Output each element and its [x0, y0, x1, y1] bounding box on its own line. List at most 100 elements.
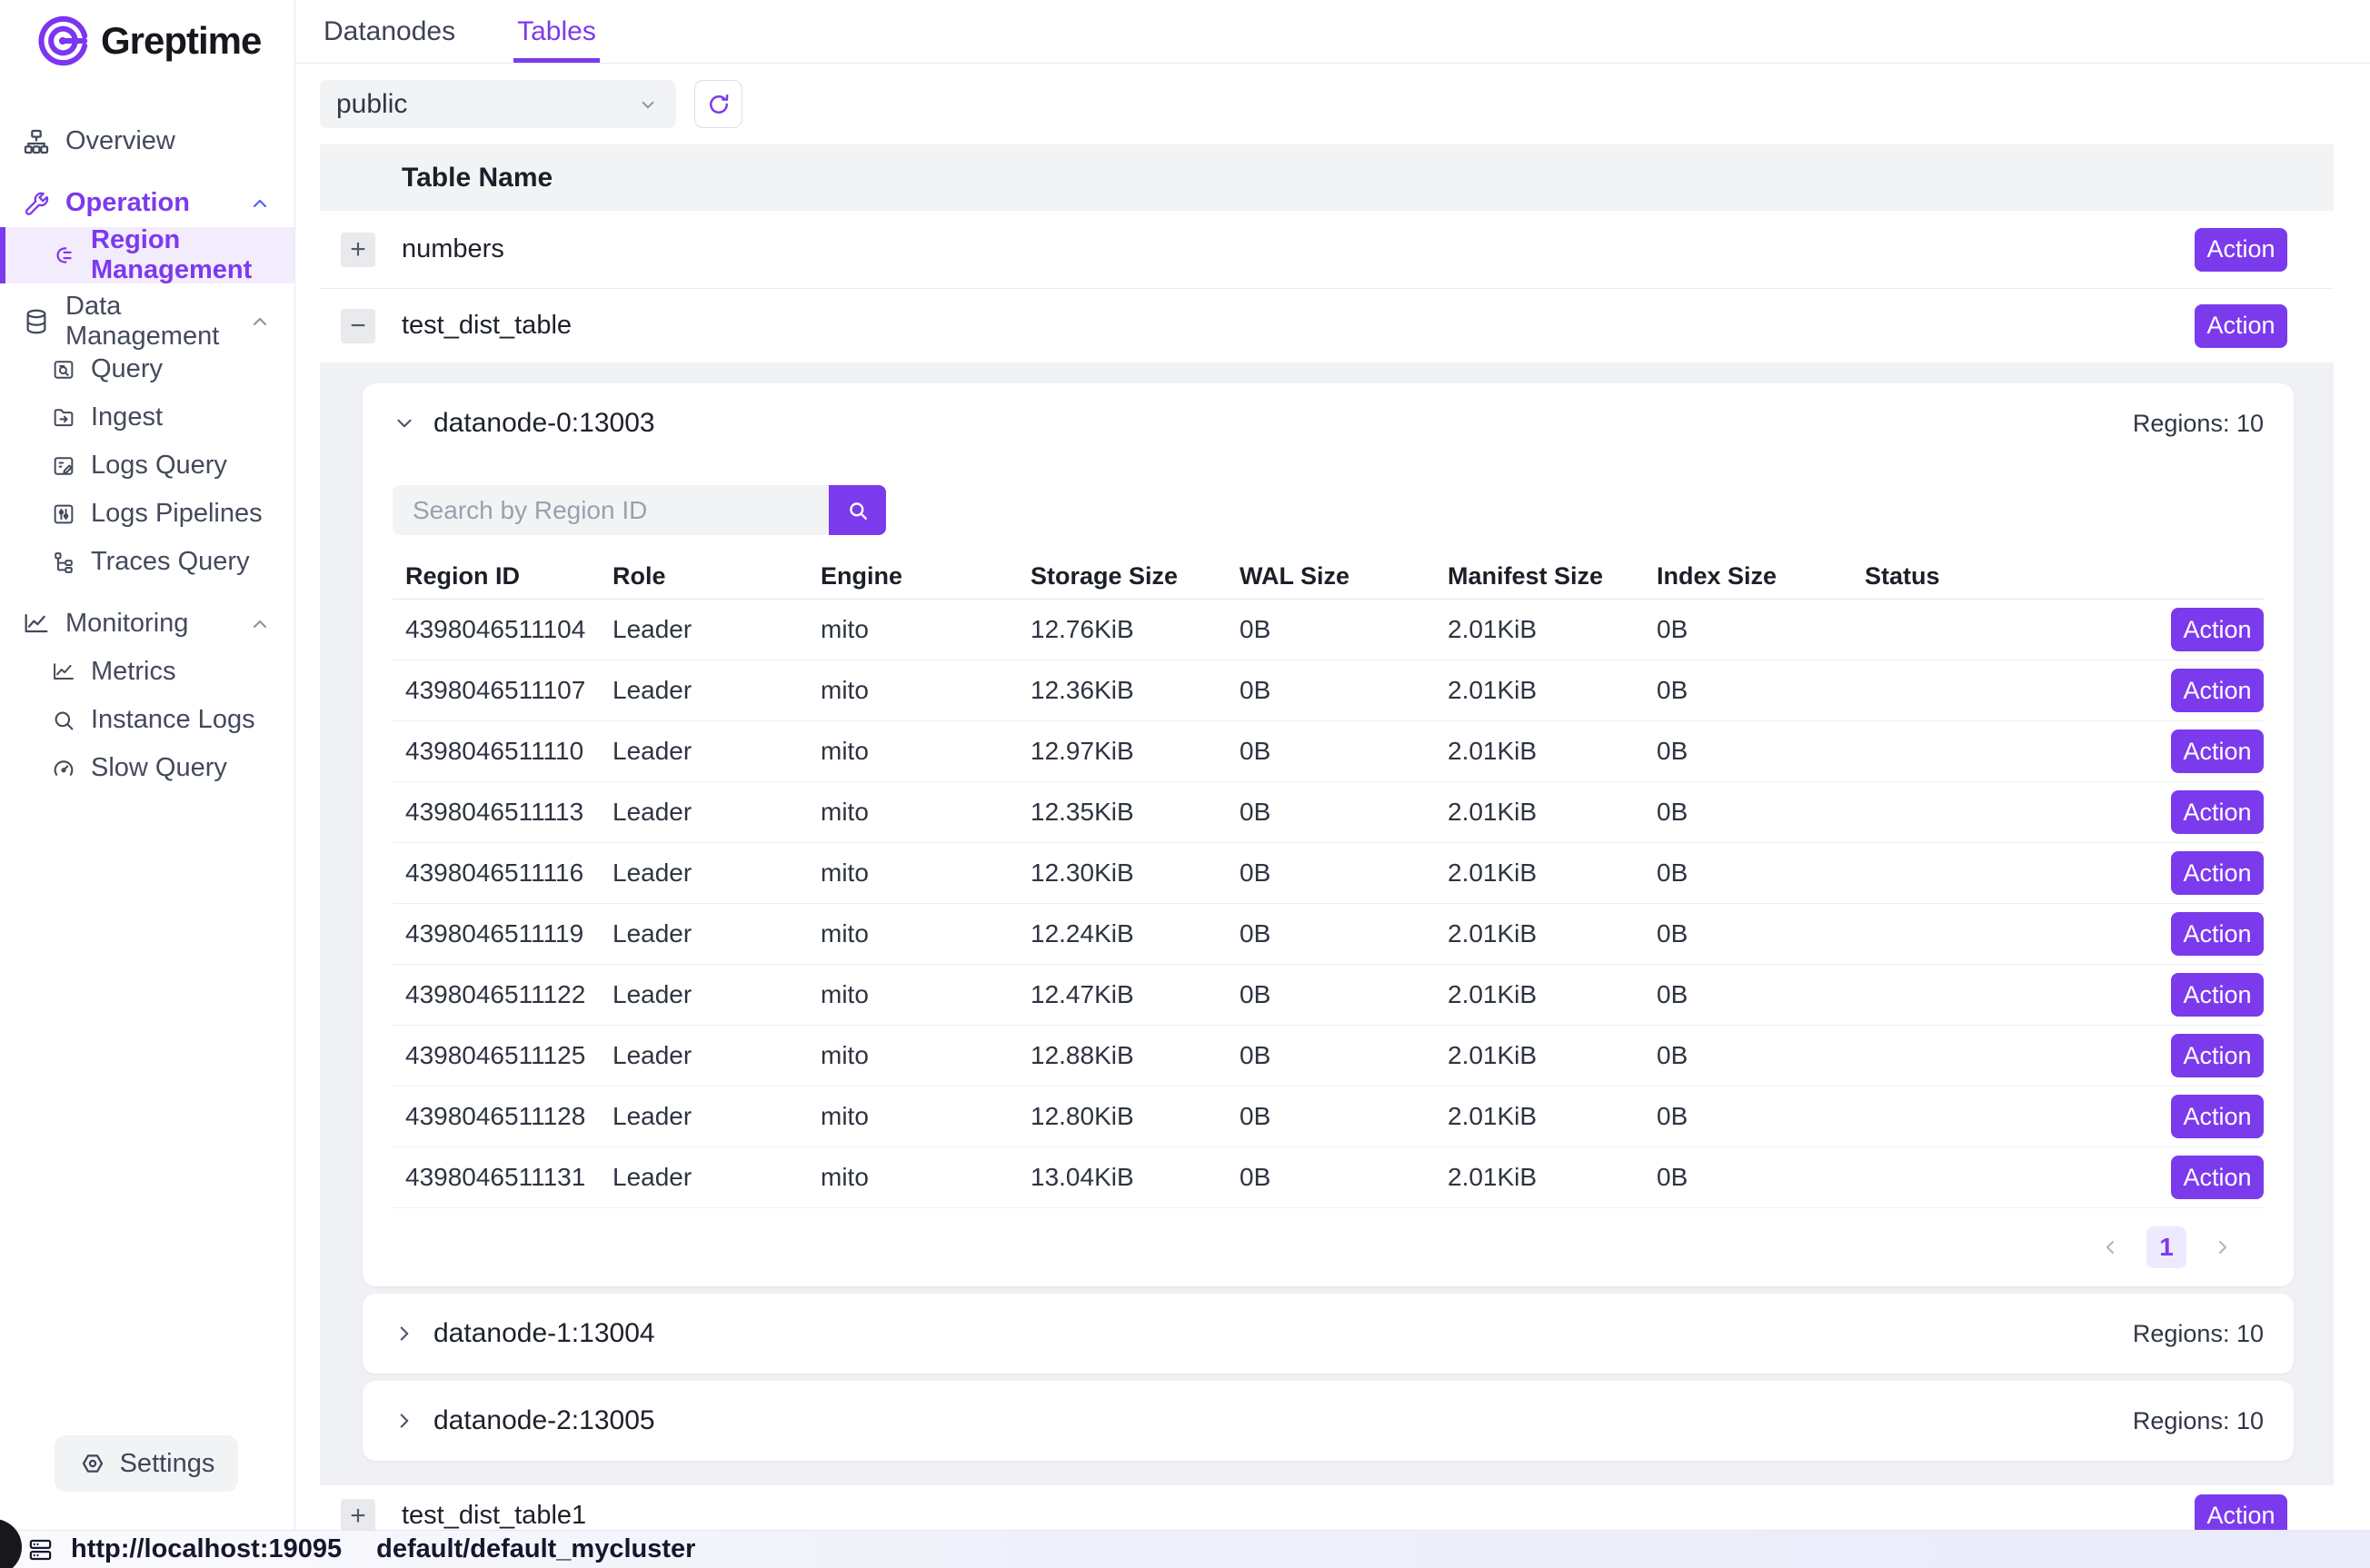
regions-count: Regions: 10 — [2133, 410, 2264, 438]
action-button[interactable]: Action — [2171, 669, 2264, 712]
action-button[interactable]: Action — [2195, 304, 2287, 348]
action-button[interactable]: Action — [2171, 608, 2264, 651]
cell-manifest-size: 2.01KiB — [1448, 1102, 1657, 1131]
action-button[interactable]: Action — [2195, 1494, 2287, 1531]
cluster-name[interactable]: default/default_mycluster — [376, 1534, 695, 1564]
server-icon — [25, 1536, 55, 1563]
cell-role: Leader — [612, 737, 821, 766]
cell-wal-size: 0B — [1240, 798, 1448, 827]
sidebar-item-label: Monitoring — [65, 609, 188, 639]
datanode-1-header[interactable]: datanode-1:13004 Regions: 10 — [363, 1294, 2294, 1374]
sidebar-item-logs-pipelines[interactable]: Logs Pipelines — [0, 490, 294, 538]
table-name: test_dist_table1 — [402, 1501, 586, 1530]
schema-select[interactable]: public — [320, 80, 676, 128]
cell-engine: mito — [821, 737, 1031, 766]
column-header: WAL Size — [1240, 562, 1448, 590]
sidebar-item-instance-logs[interactable]: Instance Logs — [0, 696, 294, 744]
sidebar-item-query[interactable]: Query — [0, 345, 294, 393]
sidebar-item-monitoring[interactable]: Monitoring — [0, 600, 294, 648]
cell-storage-size: 12.80KiB — [1031, 1102, 1240, 1131]
instance-logs-icon — [51, 708, 76, 733]
sidebar-item-operation[interactable]: Operation — [0, 179, 294, 227]
sidebar-item-label: Logs Pipelines — [91, 499, 263, 529]
status-bar: http://localhost:19095 default/default_m… — [0, 1530, 2370, 1568]
sidebar-item-overview[interactable]: Overview — [0, 117, 294, 165]
action-button[interactable]: Action — [2171, 790, 2264, 834]
chevron-right-icon — [2212, 1236, 2234, 1258]
sidebar-item-ingest[interactable]: Ingest — [0, 393, 294, 442]
sidebar-item-label: Data Management — [65, 292, 234, 352]
action-button[interactable]: Action — [2171, 912, 2264, 956]
sidebar-item-logs-query[interactable]: Logs Query — [0, 442, 294, 490]
region-table-row: 4398046511131 Leader mito 13.04KiB 0B 2.… — [393, 1147, 2264, 1208]
cell-role: Leader — [612, 676, 821, 705]
action-button[interactable]: Action — [2171, 851, 2264, 895]
region-table-row: 4398046511125 Leader mito 12.88KiB 0B 2.… — [393, 1026, 2264, 1087]
logs-pipelines-icon — [51, 501, 76, 527]
cell-index-size: 0B — [1657, 737, 1865, 766]
monitoring-icon — [22, 610, 51, 639]
action-button[interactable]: Action — [2171, 1095, 2264, 1138]
tabbar: Datanodes Tables — [295, 0, 2370, 64]
column-header: Status — [1865, 562, 2037, 590]
sidebar-item-traces-query[interactable]: Traces Query — [0, 538, 294, 586]
action-button[interactable]: Action — [2171, 729, 2264, 773]
region-search-button[interactable] — [829, 485, 886, 535]
cell-index-size: 0B — [1657, 676, 1865, 705]
cell-engine: mito — [821, 919, 1031, 948]
sidebar-item-label: Overview — [65, 126, 175, 156]
region-search-input[interactable] — [393, 485, 829, 535]
cell-storage-size: 12.24KiB — [1031, 919, 1240, 948]
chevron-down-icon — [636, 93, 660, 116]
cell-wal-size: 0B — [1240, 737, 1448, 766]
action-button[interactable]: Action — [2171, 973, 2264, 1017]
cell-storage-size: 12.88KiB — [1031, 1041, 1240, 1070]
region-table-body: 4398046511104 Leader mito 12.76KiB 0B 2.… — [393, 600, 2264, 1208]
tab-datanodes[interactable]: Datanodes — [320, 4, 459, 63]
sidebar-item-label: Ingest — [91, 402, 163, 432]
collapse-button[interactable]: − — [341, 309, 375, 343]
cell-wal-size: 0B — [1240, 1041, 1448, 1070]
next-page-button[interactable] — [2212, 1236, 2234, 1258]
sidebar-item-label: Traces Query — [91, 547, 250, 577]
page-1-button[interactable]: 1 — [2146, 1226, 2186, 1268]
table-name: numbers — [402, 234, 504, 264]
sidebar-nav: Overview Operation Region Management — [0, 104, 294, 1435]
cell-role: Leader — [612, 858, 821, 888]
connection-url[interactable]: http://localhost:19095 — [25, 1534, 342, 1564]
sidebar-item-metrics[interactable]: Metrics — [0, 648, 294, 696]
action-button[interactable]: Action — [2171, 1034, 2264, 1077]
cell-role: Leader — [612, 615, 821, 644]
sidebar-item-label: Logs Query — [91, 451, 227, 481]
previous-page-button[interactable] — [2099, 1236, 2121, 1258]
settings-button[interactable]: Settings — [55, 1435, 238, 1492]
database-icon — [22, 307, 51, 336]
logs-query-icon — [51, 453, 76, 479]
region-table-row: 4398046511113 Leader mito 12.35KiB 0B 2.… — [393, 782, 2264, 843]
sidebar-item-label: Region Management — [91, 225, 294, 285]
expand-button[interactable]: + — [341, 1499, 375, 1531]
cell-index-size: 0B — [1657, 858, 1865, 888]
cell-engine: mito — [821, 1041, 1031, 1070]
expand-button[interactable]: + — [341, 233, 375, 267]
metrics-icon — [51, 660, 76, 685]
cell-region-id: 4398046511131 — [405, 1163, 612, 1192]
cell-wal-size: 0B — [1240, 858, 1448, 888]
column-header: Region ID — [405, 562, 612, 590]
sidebar-item-slow-query[interactable]: Slow Query — [0, 744, 294, 792]
cell-region-id: 4398046511119 — [405, 919, 612, 948]
datanode-2-header[interactable]: datanode-2:13005 Regions: 10 — [363, 1381, 2294, 1461]
cell-wal-size: 0B — [1240, 980, 1448, 1009]
cell-region-id: 4398046511107 — [405, 676, 612, 705]
cell-role: Leader — [612, 1102, 821, 1131]
sidebar-item-region-management[interactable]: Region Management — [0, 227, 294, 283]
sidebar-item-data-management[interactable]: Data Management — [0, 297, 294, 345]
refresh-button[interactable] — [694, 80, 742, 128]
action-button[interactable]: Action — [2171, 1156, 2264, 1199]
datanode-0-header[interactable]: datanode-0:13003 Regions: 10 — [363, 383, 2294, 463]
settings-icon — [78, 1449, 107, 1478]
tab-tables[interactable]: Tables — [513, 4, 600, 63]
datanode-title: datanode-2:13005 — [433, 1405, 655, 1436]
action-button[interactable]: Action — [2195, 228, 2287, 272]
cell-region-id: 4398046511122 — [405, 980, 612, 1009]
